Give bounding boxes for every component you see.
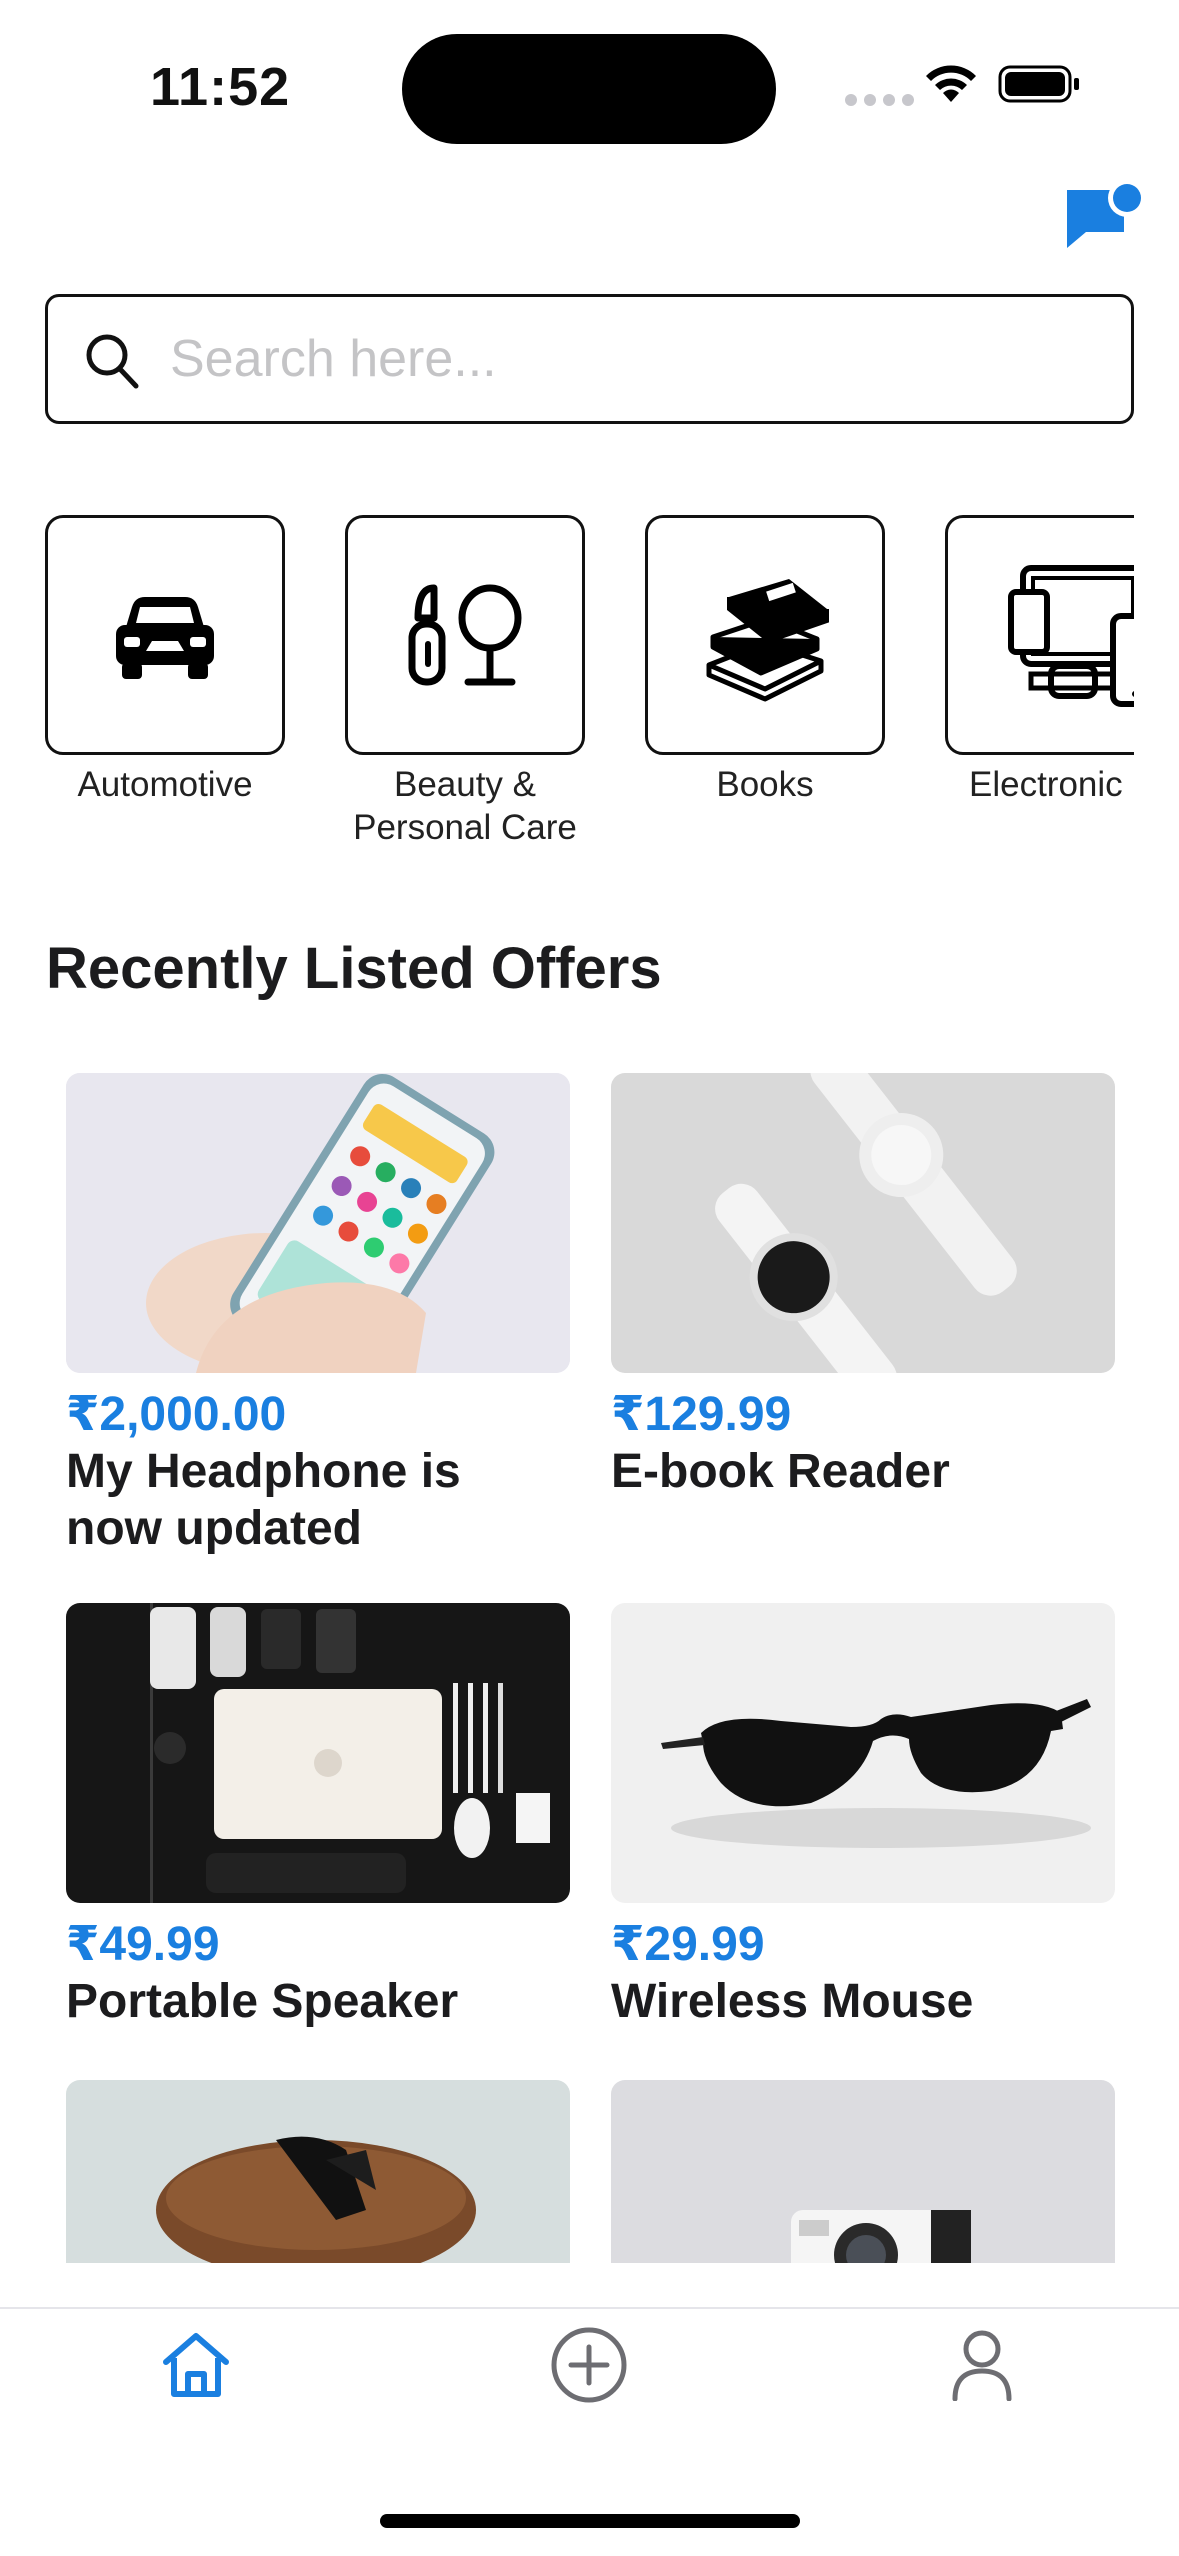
- offer-image-phone: [66, 1073, 570, 1373]
- status-time: 11:52: [150, 57, 291, 117]
- cellular-signal-icon: [845, 94, 914, 106]
- books-icon: [706, 579, 829, 702]
- offer-image-laptop-flatlay: [66, 1603, 570, 1903]
- offer-card[interactable]: [66, 2080, 570, 2263]
- category-label: Books: [716, 765, 814, 804]
- offer-card[interactable]: ₹29.99 Wireless Mouse: [611, 1603, 1115, 2030]
- person-icon: [952, 2330, 1012, 2401]
- offer-price: ₹29.99: [611, 1918, 765, 1971]
- category-beauty-personal-care[interactable]: Beauty & Personal Care: [345, 515, 585, 849]
- offer-price: ₹2,000.00: [66, 1388, 287, 1441]
- offer-title: Wireless Mouse: [611, 1975, 974, 2028]
- section-title: Recently Listed Offers: [46, 936, 662, 1001]
- category-label: Automotive: [77, 765, 253, 804]
- search-icon: [86, 334, 139, 389]
- search-input[interactable]: [170, 297, 1070, 421]
- offer-price: ₹129.99: [611, 1388, 792, 1441]
- category-label: Beauty & Personal Care: [353, 765, 577, 847]
- category-carousel[interactable]: Automotive Beauty & Personal Care Books …: [45, 515, 1134, 855]
- battery-icon: [998, 65, 1079, 103]
- dynamic-island: [402, 34, 776, 144]
- offer-card[interactable]: ₹129.99 E-book Reader: [611, 1073, 1115, 1500]
- tab-add[interactable]: [544, 2320, 634, 2410]
- chat-notification-icon[interactable]: [1062, 180, 1152, 250]
- offer-card[interactable]: ₹2,000.00 My Headphone is now updated: [66, 1073, 570, 1557]
- tab-profile[interactable]: [937, 2320, 1027, 2410]
- lipstick-mirror-icon: [408, 584, 522, 686]
- car-icon: [116, 597, 214, 679]
- category-books[interactable]: Books: [645, 515, 885, 806]
- offer-card[interactable]: [611, 2080, 1115, 2263]
- offer-image-smartwatch: [611, 1073, 1115, 1373]
- offer-image-sunglasses-case: [66, 2080, 570, 2263]
- offer-card[interactable]: ₹49.99 Portable Speaker: [66, 1603, 570, 2030]
- tab-home[interactable]: [151, 2320, 241, 2410]
- offer-image-instant-camera: [611, 2080, 1115, 2263]
- plus-circle-icon: [551, 2327, 627, 2403]
- offer-image-sunglasses: [611, 1603, 1115, 1903]
- offer-price: ₹49.99: [66, 1918, 220, 1971]
- offers-grid[interactable]: ₹2,000.00 My Headphone is now updated ₹1…: [0, 1073, 1179, 2263]
- home-indicator: [380, 2514, 800, 2528]
- offer-title: My Headphone is now updated: [66, 1445, 461, 1555]
- category-electronics[interactable]: Electronic: [945, 515, 1134, 806]
- offer-title: E-book Reader: [611, 1445, 950, 1498]
- devices-icon: [1008, 565, 1134, 707]
- wifi-icon: [926, 65, 976, 102]
- search-bar[interactable]: [45, 294, 1134, 424]
- category-label: Electronic: [969, 765, 1123, 804]
- offer-title: Portable Speaker: [66, 1975, 459, 2028]
- home-icon: [163, 2333, 229, 2397]
- category-automotive[interactable]: Automotive: [45, 515, 285, 806]
